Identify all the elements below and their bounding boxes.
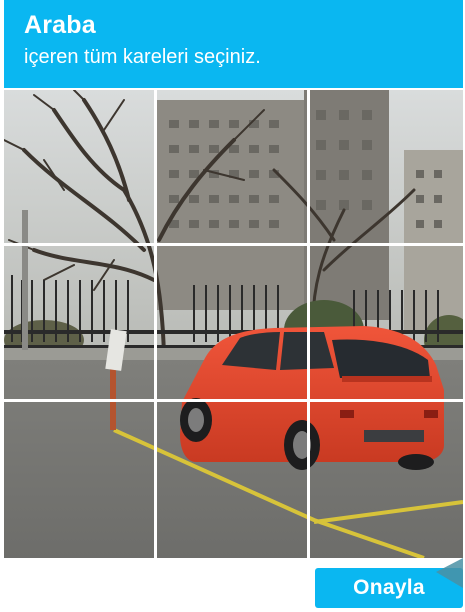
image-tile-6[interactable] bbox=[310, 246, 463, 402]
captcha-header: Araba içeren tüm kareleri seçiniz. bbox=[4, 0, 463, 88]
challenge-image bbox=[4, 90, 463, 558]
corner-arrow-icon bbox=[436, 558, 463, 588]
image-tile-4[interactable] bbox=[4, 246, 157, 402]
captcha-widget: Araba içeren tüm kareleri seçiniz. Onayl… bbox=[0, 0, 465, 612]
image-tile-7[interactable] bbox=[4, 402, 157, 558]
image-tile-5[interactable] bbox=[157, 246, 310, 402]
tile-grid bbox=[4, 90, 463, 558]
target-object-label: Araba bbox=[24, 11, 96, 39]
instruction-text: içeren tüm kareleri seçiniz. bbox=[24, 46, 261, 68]
image-tile-8[interactable] bbox=[157, 402, 310, 558]
image-tile-9[interactable] bbox=[310, 402, 463, 558]
captcha-footer: Onayla bbox=[4, 558, 463, 612]
image-tile-2[interactable] bbox=[157, 90, 310, 246]
image-tile-1[interactable] bbox=[4, 90, 157, 246]
image-tile-3[interactable] bbox=[310, 90, 463, 246]
